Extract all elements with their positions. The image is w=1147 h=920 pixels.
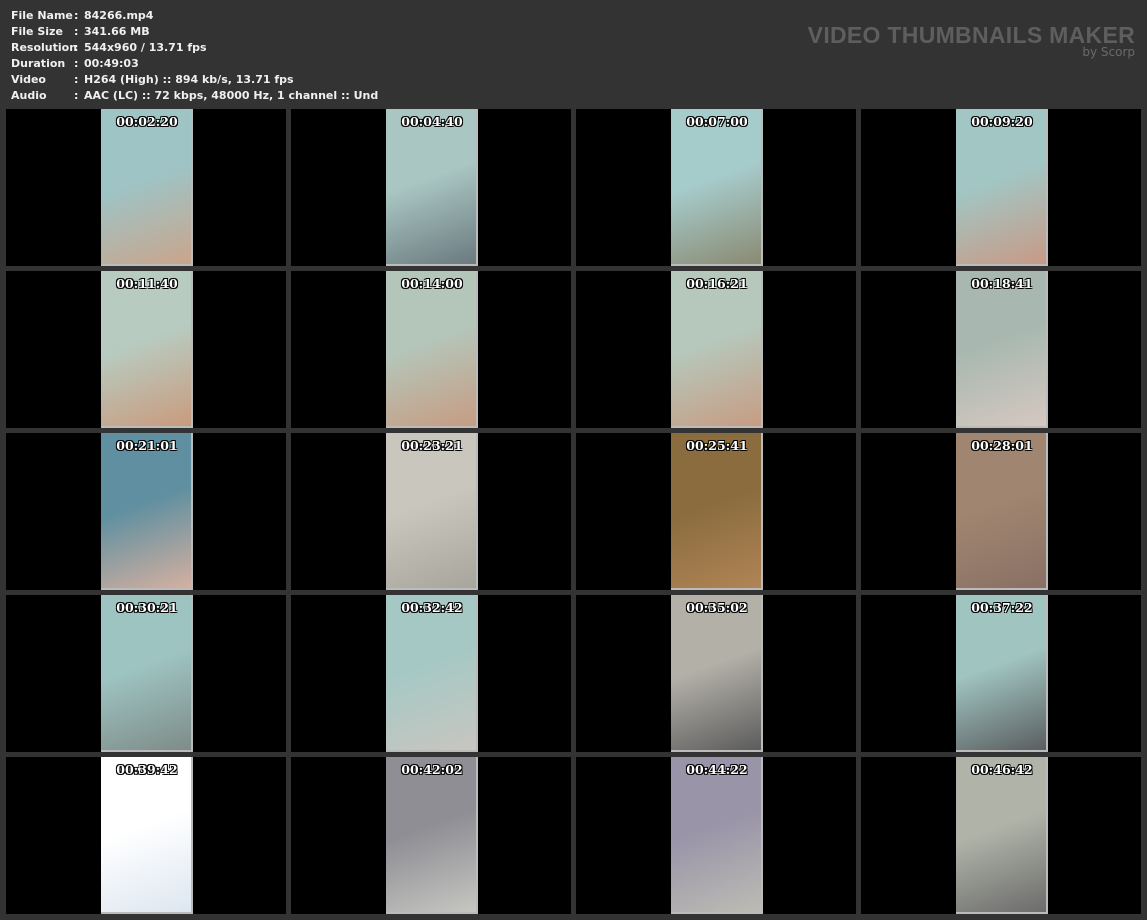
timestamp-label: 00:46:42 [971,762,1033,777]
timestamp-label: 00:04:40 [401,114,463,129]
thumbnail-grid: 00:02:20 00:04:40 00:07:00 00:09:20 00:11:40… [6,109,1141,914]
thumbnail-cell: 00:28:01 [861,433,1141,590]
info-value: 544x960 / 13.71 fps [84,41,207,54]
video-frame-thumbnail [956,271,1048,428]
video-frame-thumbnail [956,109,1048,266]
timestamp-label: 00:21:01 [116,438,178,453]
video-frame-thumbnail [101,109,193,266]
info-separator: : [74,9,79,22]
timestamp-label: 00:02:20 [116,114,178,129]
timestamp-label: 00:09:20 [971,114,1033,129]
info-separator: : [74,25,79,38]
thumbnail-cell: 00:25:41 [576,433,856,590]
info-row: Resolution:544x960 / 13.71 fps [11,40,378,56]
video-frame-thumbnail [386,595,478,752]
info-row: File Name:84266.mp4 [11,8,378,24]
info-value: AAC (LC) :: 72 kbps, 48000 Hz, 1 channel… [84,89,379,102]
timestamp-label: 00:35:02 [686,600,748,615]
thumbnail-cell: 00:23:21 [291,433,571,590]
video-frame-thumbnail [671,595,763,752]
thumbnail-cell: 00:21:01 [6,433,286,590]
video-frame-thumbnail [386,433,478,590]
timestamp-label: 00:42:02 [401,762,463,777]
video-frame-thumbnail [956,433,1048,590]
thumbnail-cell: 00:44:22 [576,757,856,914]
video-frame-thumbnail [671,757,763,914]
timestamp-label: 00:30:21 [116,600,178,615]
info-value: 341.66 MB [84,25,150,38]
info-separator: : [74,73,79,86]
info-row: Duration:00:49:03 [11,56,378,72]
timestamp-label: 00:32:42 [401,600,463,615]
timestamp-label: 00:18:41 [971,276,1033,291]
thumbnail-cell: 00:37:22 [861,595,1141,752]
info-key: File Name [11,9,73,22]
thumbnail-cell: 00:16:21 [576,271,856,428]
thumbnail-cell: 00:02:20 [6,109,286,266]
video-frame-thumbnail [386,757,478,914]
thumbnail-cell: 00:42:02 [291,757,571,914]
thumbnail-cell: 00:46:42 [861,757,1141,914]
info-key: Duration [11,57,66,70]
video-frame-thumbnail [671,109,763,266]
info-row: Audio: AAC (LC) :: 72 kbps, 48000 Hz, 1 c… [11,88,378,104]
video-frame-thumbnail [101,757,193,914]
thumbnail-cell: 00:14:00 [291,271,571,428]
timestamp-label: 00:28:01 [971,438,1033,453]
video-frame-thumbnail [386,271,478,428]
info-value: 00:49:03 [84,57,139,70]
thumbnail-cell: 00:11:40 [6,271,286,428]
info-key: Audio [11,89,47,102]
info-separator: : [74,89,79,102]
thumbnail-cell: 00:30:21 [6,595,286,752]
timestamp-label: 00:25:41 [686,438,748,453]
timestamp-label: 00:07:00 [686,114,748,129]
thumbnail-cell: 00:18:41 [861,271,1141,428]
video-frame-thumbnail [101,271,193,428]
thumbnail-cell: 00:07:00 [576,109,856,266]
video-frame-thumbnail [956,595,1048,752]
thumbnail-cell: 00:32:42 [291,595,571,752]
info-value: H264 (High) :: 894 kb/s, 13.71 fps [84,73,294,86]
timestamp-label: 00:11:40 [116,276,178,291]
video-frame-thumbnail [671,271,763,428]
video-frame-thumbnail [671,433,763,590]
info-key: File Size [11,25,63,38]
info-separator: : [74,41,79,54]
video-frame-thumbnail [101,433,193,590]
video-frame-thumbnail [386,109,478,266]
timestamp-label: 00:44:22 [686,762,748,777]
info-separator: : [74,57,79,70]
timestamp-label: 00:37:22 [971,600,1033,615]
thumbnail-cell: 00:04:40 [291,109,571,266]
thumbnail-cell: 00:09:20 [861,109,1141,266]
file-info: File Name:84266.mp4 File Size:341.66 MB Re… [11,8,378,104]
thumbnail-cell: 00:35:02 [576,595,856,752]
timestamp-label: 00:39:42 [116,762,178,777]
info-row: File Size:341.66 MB [11,24,378,40]
info-key: Video [11,73,46,86]
info-value: 84266.mp4 [84,9,154,22]
video-frame-thumbnail [956,757,1048,914]
video-frame-thumbnail [101,595,193,752]
timestamp-label: 00:14:00 [401,276,463,291]
info-key: Resolution [11,41,78,54]
timestamp-label: 00:16:21 [686,276,748,291]
timestamp-label: 00:23:21 [401,438,463,453]
thumbnail-cell: 00:39:42 [6,757,286,914]
info-row: Video: H264 (High) :: 894 kb/s, 13.71 fps [11,72,378,88]
brand-logo: VIDEO THUMBNAILS MAKER by Scorp [808,22,1135,59]
